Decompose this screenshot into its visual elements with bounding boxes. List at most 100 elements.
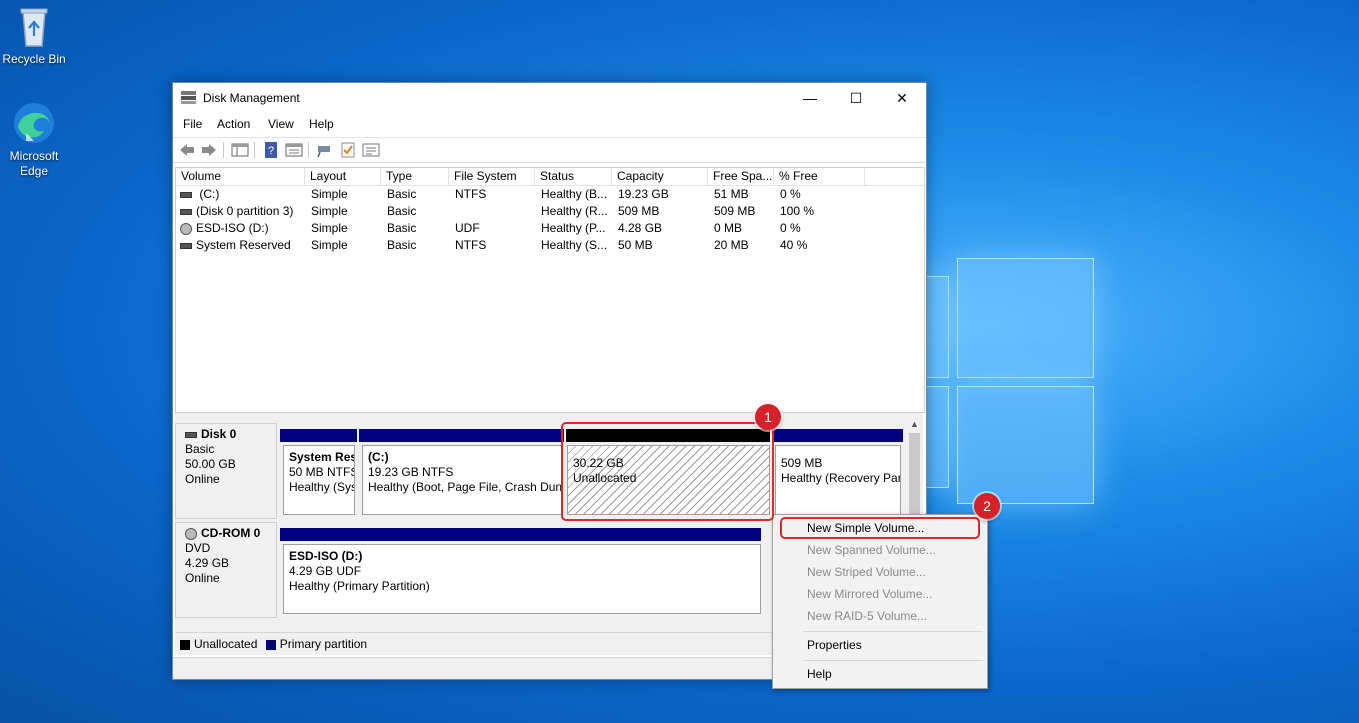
title-bar[interactable]: Disk Management — ☐ ✕: [173, 83, 926, 113]
disk-kind: DVD: [185, 541, 211, 555]
close-button[interactable]: ✕: [879, 83, 925, 113]
highlight-new-simple-volume: [780, 517, 980, 539]
volume-fs: UDF: [455, 221, 480, 235]
volume-layout: Simple: [311, 238, 348, 252]
column-header-file-system[interactable]: File System: [449, 168, 535, 185]
column-header-type[interactable]: Type: [381, 168, 449, 185]
desktop-icon-label: Microsoft Edge: [9, 149, 59, 178]
partition-c-drive[interactable]: (C:) 19.23 GB NTFS Healthy (Boot, Page F…: [362, 445, 562, 515]
connect-icon[interactable]: [316, 142, 334, 158]
disk-management-icon: [181, 91, 196, 104]
windows-logo-wallpaper: [925, 258, 1095, 504]
volume-capacity: 50 MB: [618, 238, 653, 252]
properties-icon[interactable]: [285, 142, 303, 158]
volume-list[interactable]: Volume Layout Type File System Status Ca…: [175, 167, 925, 413]
column-header-percent-free[interactable]: % Free: [774, 168, 865, 185]
menu-help[interactable]: Help: [309, 117, 334, 131]
column-header-capacity[interactable]: Capacity: [612, 168, 708, 185]
legend-primary-swatch: [265, 639, 276, 650]
partition-recovery[interactable]: 509 MB Healthy (Recovery Par: [775, 445, 901, 515]
check-icon[interactable]: [339, 142, 357, 158]
drive-icon: [185, 431, 197, 438]
menu-separator: [803, 660, 983, 661]
recycle-bin-icon: [14, 4, 54, 48]
partition-status: Healthy (Primary Partition): [289, 579, 430, 593]
partition-bar-primary: [772, 429, 903, 442]
partition-bar-primary: [359, 429, 564, 442]
volume-layout: Simple: [311, 221, 348, 235]
step-badge-1: 1: [755, 404, 781, 430]
partition-bar-primary: [280, 528, 761, 541]
partition-system-reserved[interactable]: System Res 50 MB NTFS Healthy (Sys: [283, 445, 355, 515]
drive-icon: [180, 242, 192, 249]
partition-bar-primary: [280, 429, 357, 442]
disk-kind: Basic: [185, 442, 215, 456]
minimize-button[interactable]: —: [787, 83, 833, 113]
disk-size: 50.00 GB: [185, 457, 236, 471]
maximize-button[interactable]: ☐: [833, 83, 879, 113]
volume-name: ESD-ISO (D:): [196, 221, 269, 235]
menu-item-new-spanned-volume: New Spanned Volume...: [807, 543, 936, 557]
volume-list-header: Volume Layout Type File System Status Ca…: [176, 168, 924, 186]
menu-item-help[interactable]: Help: [773, 663, 987, 685]
table-row[interactable]: (C:) Simple Basic NTFS Healthy (B... 19.…: [176, 186, 924, 203]
svg-text:?: ?: [268, 145, 274, 157]
partition-name: System Res: [289, 450, 355, 464]
window-title: Disk Management: [203, 91, 300, 105]
menu-action[interactable]: Action: [217, 117, 250, 131]
column-header-status[interactable]: Status: [535, 168, 612, 185]
legend-unallocated-swatch: [180, 639, 190, 650]
volume-percent-free: 100 %: [780, 204, 815, 218]
menu-file[interactable]: File: [183, 117, 202, 131]
column-header-free-space[interactable]: Free Spa...: [708, 168, 774, 185]
volume-fs: NTFS: [455, 187, 487, 201]
table-row[interactable]: ESD-ISO (D:) Simple Basic UDF Healthy (P…: [176, 220, 924, 237]
volume-capacity: 509 MB: [618, 204, 660, 218]
volume-status: Healthy (B...: [541, 187, 608, 201]
toolbar: ?: [173, 137, 926, 163]
console-tree-icon[interactable]: [231, 142, 249, 158]
legend-primary-label: Primary partition: [279, 637, 368, 651]
partition-size: 19.23 GB NTFS: [368, 465, 454, 479]
cdrom-0-label[interactable]: CD-ROM 0 DVD 4.29 GB Online: [175, 522, 277, 618]
volume-name: (Disk 0 partition 3): [196, 204, 294, 218]
table-row[interactable]: System Reserved Simple Basic NTFS Health…: [176, 237, 924, 254]
desktop-icon-recycle-bin[interactable]: Recycle Bin: [0, 4, 72, 67]
legend-unallocated-label: Unallocated: [194, 637, 258, 651]
volume-percent-free: 40 %: [780, 238, 808, 252]
column-header-volume[interactable]: Volume: [176, 168, 305, 185]
desktop-icon-edge[interactable]: Microsoft Edge: [0, 101, 72, 179]
desktop-icon-label: Recycle Bin: [2, 52, 66, 66]
partition-size: 509 MB: [781, 456, 823, 470]
forward-arrow-icon[interactable]: [200, 142, 218, 158]
disk-0-label[interactable]: Disk 0 Basic 50.00 GB Online: [175, 423, 277, 519]
disk-name: CD-ROM 0: [201, 526, 261, 540]
partition-d-drive[interactable]: ESD-ISO (D:) 4.29 GB UDF Healthy (Primar…: [283, 544, 761, 614]
volume-free-space: 20 MB: [714, 238, 749, 252]
partition-size: 4.29 GB UDF: [289, 564, 362, 578]
volume-type: Basic: [387, 238, 417, 252]
back-arrow-icon[interactable]: [178, 142, 196, 158]
disk-state: Online: [185, 472, 220, 486]
table-row[interactable]: (Disk 0 partition 3) Simple Basic Health…: [176, 203, 924, 220]
volume-fs: NTFS: [455, 238, 487, 252]
scroll-up-icon[interactable]: ▲: [910, 419, 919, 429]
help-icon[interactable]: ?: [262, 142, 280, 158]
cdrom-icon: [185, 527, 197, 540]
volume-status: Healthy (S...: [541, 238, 608, 252]
menu-view[interactable]: View: [268, 117, 294, 131]
menu-item-new-raid5-volume: New RAID-5 Volume...: [807, 609, 928, 623]
partition-status: Healthy (Boot, Page File, Crash Dun: [368, 480, 562, 494]
column-header-layout[interactable]: Layout: [305, 168, 381, 185]
volume-type: Basic: [387, 187, 417, 201]
menu-item-properties[interactable]: Properties: [773, 634, 987, 656]
drive-icon: [180, 208, 192, 215]
highlight-unallocated: [561, 422, 774, 521]
volume-percent-free: 0 %: [780, 187, 801, 201]
volume-layout: Simple: [311, 187, 348, 201]
partition-name: (C:): [368, 450, 389, 464]
list-icon[interactable]: [362, 142, 380, 158]
volume-free-space: 509 MB: [714, 204, 756, 218]
volume-name: System Reserved: [196, 238, 291, 252]
volume-percent-free: 0 %: [780, 221, 801, 235]
